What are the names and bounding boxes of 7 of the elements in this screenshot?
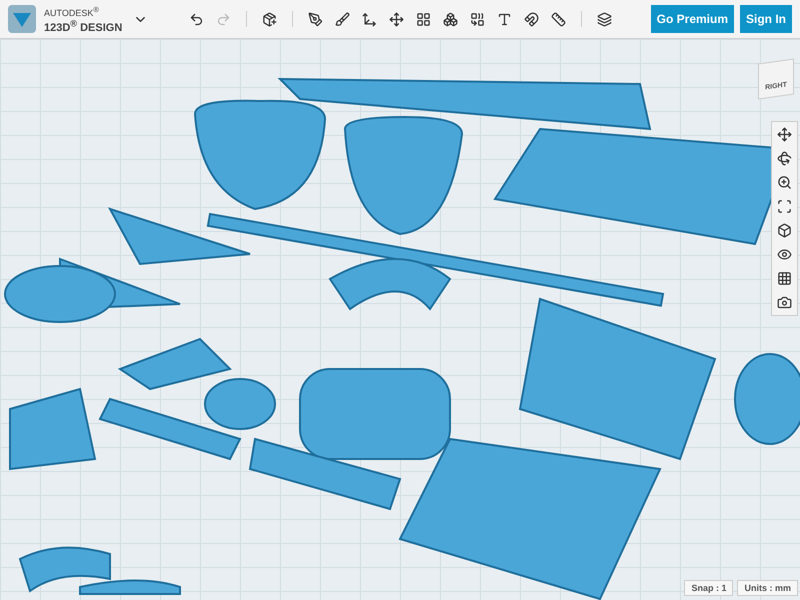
product-name: 123D$^{®}$ DESIGN xyxy=(44,22,122,34)
units-setting[interactable]: Units : mm xyxy=(737,580,798,596)
logo-icon xyxy=(8,5,36,33)
sign-in-button[interactable]: Sign In xyxy=(740,5,792,33)
brand-name: AUTODESK$^{®}$ xyxy=(44,4,100,19)
premium-button[interactable]: Go Premium xyxy=(650,5,734,33)
snap-setting[interactable]: Snap : 1 xyxy=(684,580,734,596)
